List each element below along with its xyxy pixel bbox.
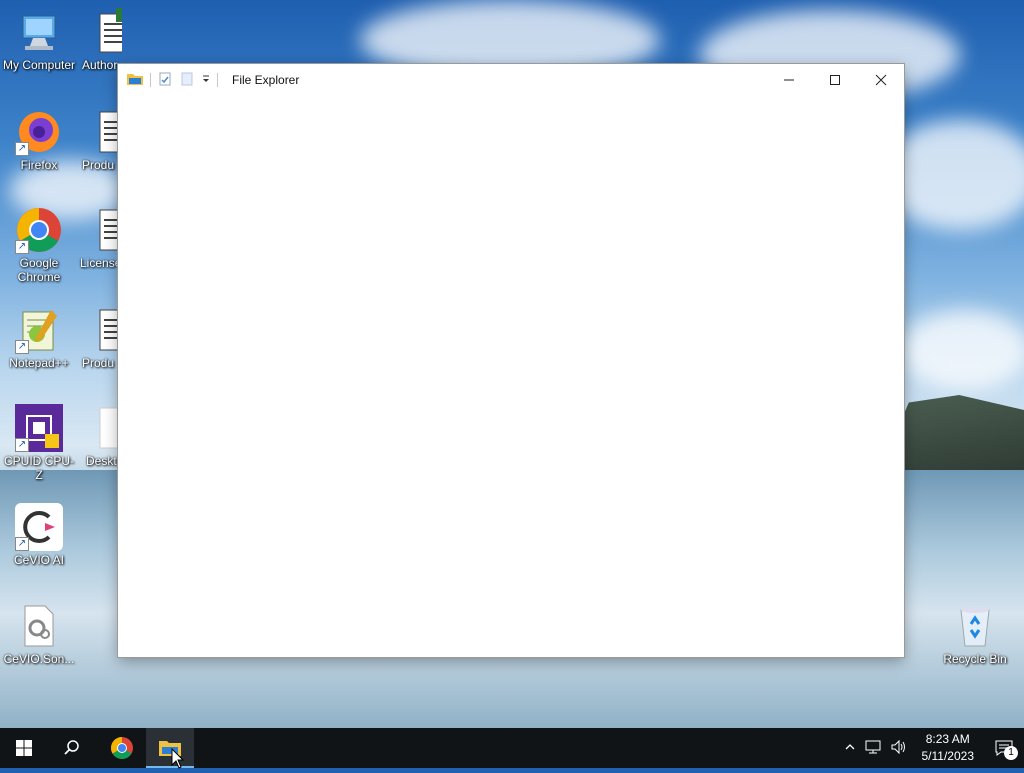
desktop-icon-produ-2[interactable]: Produ: [78, 306, 118, 370]
desktop-icon-notepadpp[interactable]: ↗ Notepad++: [1, 306, 77, 370]
maximize-button[interactable]: [812, 64, 858, 96]
clock-time: 8:23 AM: [922, 731, 975, 748]
desktop-icon-cpuid-cpu-z[interactable]: ↗ CPUID CPU-Z: [1, 404, 77, 482]
notification-count-badge: 1: [1004, 746, 1018, 760]
settings-file-icon: [15, 602, 63, 650]
recycle-bin-icon: [951, 602, 999, 650]
desktop-icon-produ-1[interactable]: Produ: [78, 108, 118, 172]
properties-icon[interactable]: [157, 71, 173, 90]
quick-access-toolbar: [126, 71, 224, 90]
desktop-icon-label: CeVIO AI: [1, 553, 77, 567]
minimize-button[interactable]: [766, 64, 812, 96]
desktop-icon-label: Deskt: [78, 454, 118, 468]
system-tray: 8:23 AM 5/11/2023 1: [840, 728, 1024, 768]
shortcut-arrow-icon: ↗: [15, 240, 29, 254]
action-center-button[interactable]: 1: [984, 728, 1024, 768]
document-icon: [98, 108, 118, 156]
desktop-icon-label: CPUID CPU-Z: [1, 454, 77, 482]
desktop-icon-label: Recycle Bin: [937, 652, 1013, 666]
network-icon[interactable]: [860, 739, 886, 758]
desktop-icon-label: License: [78, 256, 118, 270]
file-explorer-window[interactable]: File Explorer: [118, 64, 904, 657]
desktop-icon-cevio-ai[interactable]: ↗ CeVIO AI: [1, 503, 77, 567]
desktop-icon-label: Author: [78, 58, 122, 72]
desktop-icon-label: Produ: [78, 158, 118, 172]
taskbar-clock[interactable]: 8:23 AM 5/11/2023: [922, 731, 975, 765]
new-folder-icon[interactable]: [179, 71, 195, 90]
close-icon: [875, 74, 887, 86]
computer-icon: [15, 8, 63, 56]
start-button[interactable]: [0, 728, 48, 768]
window-content: [118, 96, 904, 657]
file-explorer-folder-icon: [126, 71, 144, 90]
toolbar-separator: [150, 73, 151, 87]
window-title: File Explorer: [232, 73, 299, 87]
search-icon: [63, 739, 81, 757]
desktop-icon-recycle-bin[interactable]: Recycle Bin: [937, 602, 1013, 666]
desktop-icon-deskt[interactable]: Deskt: [78, 404, 118, 468]
cevio-ai-icon: ↗: [15, 503, 63, 551]
volume-icon[interactable]: [886, 739, 912, 758]
firefox-icon: ↗: [15, 108, 63, 156]
shortcut-arrow-icon: ↗: [15, 142, 29, 156]
taskbar-chrome-button[interactable]: [98, 728, 146, 768]
shortcut-arrow-icon: ↗: [15, 438, 29, 452]
chrome-icon: ↗: [15, 206, 63, 254]
taskbar-file-explorer-button[interactable]: [146, 728, 194, 768]
window-controls: [766, 64, 904, 96]
notepadpp-icon: ↗: [15, 306, 63, 354]
blank-file-icon: [98, 404, 118, 452]
desktop-icon-license[interactable]: License: [78, 206, 118, 270]
maximize-icon: [829, 74, 841, 86]
clock-date: 5/11/2023: [922, 748, 975, 765]
desktop-icon-my-computer[interactable]: My Computer: [1, 8, 77, 72]
document-icon: [98, 306, 118, 354]
windows-logo-icon: [16, 740, 32, 756]
minimize-icon: [783, 74, 795, 86]
close-button[interactable]: [858, 64, 904, 96]
desktop-icon-cevio-son[interactable]: CeVIO.Son...: [1, 602, 77, 666]
search-button[interactable]: [48, 728, 96, 768]
shortcut-arrow-icon: ↗: [15, 340, 29, 354]
taskbar: 8:23 AM 5/11/2023 1: [0, 728, 1024, 768]
desktop-icon-google-chrome[interactable]: ↗ Google Chrome: [1, 206, 77, 284]
desktop-icon-label: Notepad++: [1, 356, 77, 370]
desktop-icon-label: My Computer: [1, 58, 77, 72]
desktop-icon-label: Produ: [78, 356, 118, 370]
mouse-cursor: [171, 748, 185, 773]
desktop-icon-author[interactable]: Author: [78, 8, 122, 72]
toolbar-separator: [217, 73, 218, 87]
window-titlebar[interactable]: File Explorer: [118, 64, 904, 96]
desktop-icon-label: CeVIO.Son...: [1, 652, 77, 666]
show-hidden-icons-chevron-icon[interactable]: [840, 741, 860, 756]
shortcut-arrow-icon: ↗: [15, 537, 29, 551]
desktop-icon-label: Firefox: [1, 158, 77, 172]
cloud: [900, 310, 1024, 390]
customize-toolbar-chevron-icon[interactable]: [201, 73, 211, 87]
desktop-icon-label: Google Chrome: [11, 256, 67, 284]
desktop-icon-firefox[interactable]: ↗ Firefox: [1, 108, 77, 172]
chrome-icon: [110, 736, 134, 760]
csharp-file-icon: [94, 8, 122, 56]
cpu-z-icon: ↗: [15, 404, 63, 452]
document-icon: [98, 206, 118, 254]
